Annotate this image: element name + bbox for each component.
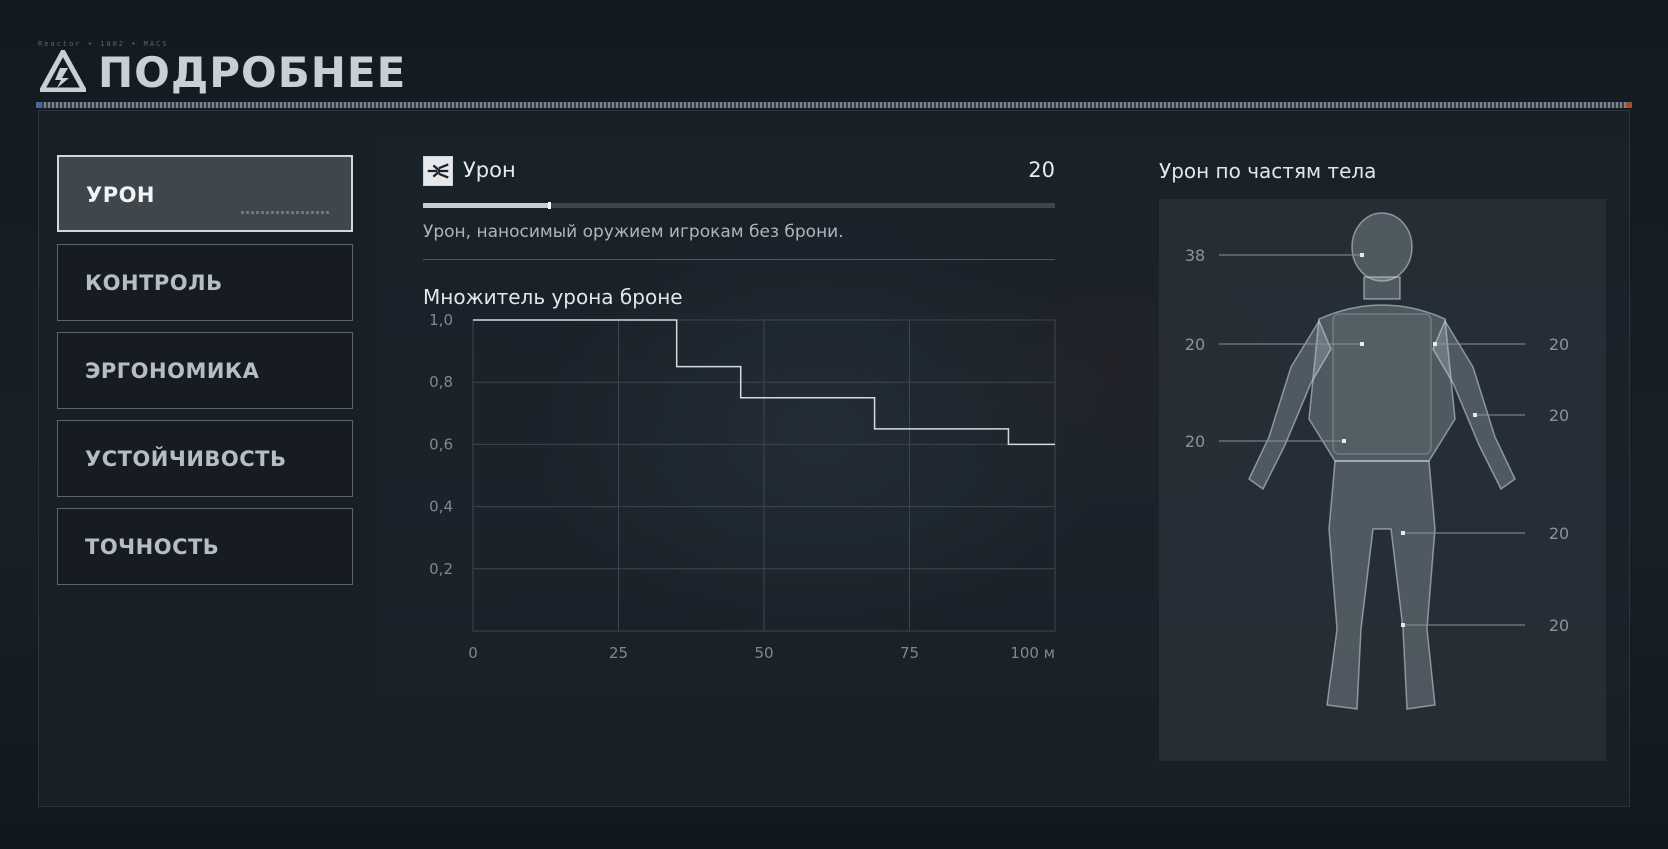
body-damage-title: Урон по частям тела — [1159, 159, 1377, 183]
logo-icon — [40, 50, 86, 92]
stat-label: Урон — [463, 158, 516, 182]
body-part-value-head: 38 — [1185, 246, 1205, 265]
stat-bar-marker — [548, 202, 552, 209]
body-part-value-stomach: 20 — [1185, 432, 1205, 451]
body-part-marker-torso — [1360, 342, 1364, 346]
tab-label: ТОЧНОСТЬ — [85, 535, 220, 559]
armor-damage-chart: 1,0 0,8 0,6 0,4 0,2 0 25 50 75 100 м — [429, 311, 1056, 662]
main-content: Урон 20 Урон, наносимый оружием игрокам … — [375, 111, 1629, 806]
body-figure: 38 20 20 20 20 20 20 — [1185, 212, 1569, 710]
chart-x-tick-label: 100 м — [1010, 644, 1055, 662]
body-part-value-upper-arm: 20 — [1549, 335, 1569, 354]
details-panel: УРОН КОНТРОЛЬ ЭРГОНОМИКА УСТОЙЧИВОСТЬ ТО… — [38, 110, 1630, 807]
body-part-marker-head — [1360, 253, 1364, 257]
tab-label: УРОН — [86, 183, 156, 207]
body-part-value-shin: 20 — [1549, 616, 1569, 635]
tab-accuracy[interactable]: ТОЧНОСТЬ — [57, 508, 353, 585]
stat-bar — [423, 202, 1055, 209]
page-title: ПОДРОБНЕЕ — [98, 48, 407, 97]
tab-label: КОНТРОЛЬ — [85, 271, 223, 295]
tab-ergonomics[interactable]: ЭРГОНОМИКА — [57, 332, 353, 409]
tab-control[interactable]: КОНТРОЛЬ — [57, 244, 353, 321]
vest — [1332, 313, 1432, 455]
body-part-value-thigh: 20 — [1549, 524, 1569, 543]
chart-y-tick-label: 0,4 — [429, 498, 453, 516]
tab-damage[interactable]: УРОН — [57, 155, 353, 232]
body-part-marker-shin — [1401, 623, 1405, 627]
body-part-value-torso: 20 — [1185, 335, 1205, 354]
tab-label: ЭРГОНОМИКА — [85, 359, 260, 383]
soldier-silhouette — [1248, 212, 1516, 710]
body-part-value-forearm: 20 — [1549, 406, 1569, 425]
stat-description: Урон, наносимый оружием игрокам без брон… — [423, 222, 844, 242]
body-part-marker-forearm — [1473, 413, 1477, 417]
section-divider — [423, 259, 1055, 260]
chart-x-tick-label: 50 — [754, 644, 773, 662]
body-part-marker-stomach — [1342, 439, 1346, 443]
tab-decoration — [241, 211, 331, 214]
chart-y-tick-label: 1,0 — [429, 311, 453, 329]
bullet-damage-icon — [423, 156, 453, 186]
stat-value: 20 — [1028, 158, 1055, 182]
chart-x-tick-label: 0 — [468, 644, 478, 662]
header-tiny-text: Reactor • 1002 • MACS — [38, 40, 169, 48]
stat-bar-fill — [423, 203, 550, 208]
chart-x-tick-label: 75 — [900, 644, 919, 662]
tab-stability[interactable]: УСТОЙЧИВОСТЬ — [57, 420, 353, 497]
header-divider — [36, 102, 1632, 108]
body-part-marker-upper-arm — [1433, 342, 1437, 346]
chart-y-tick-label: 0,8 — [429, 373, 453, 391]
body-part-marker-thigh — [1401, 531, 1405, 535]
chart-y-tick-label: 0,6 — [429, 435, 453, 453]
tab-label: УСТОЙЧИВОСТЬ — [85, 447, 287, 471]
chart-y-tick-label: 0,2 — [429, 560, 453, 578]
chart-x-tick-label: 25 — [609, 644, 628, 662]
chart-title: Множитель урона броне — [423, 285, 683, 309]
header: Reactor • 1002 • MACS ПОДРОБНЕЕ — [36, 40, 1636, 100]
sidebar: УРОН КОНТРОЛЬ ЭРГОНОМИКА УСТОЙЧИВОСТЬ ТО… — [39, 111, 375, 806]
